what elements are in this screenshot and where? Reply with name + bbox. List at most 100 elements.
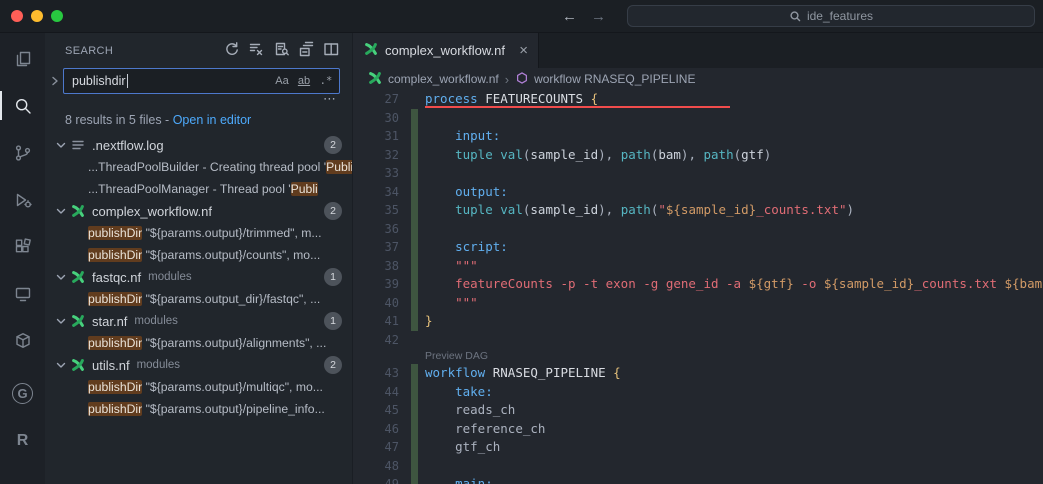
code-line[interactable]: 33: [353, 164, 1043, 183]
search-match-row[interactable]: publishDir "${params.output}/counts", mo…: [45, 244, 352, 266]
gutter-decoration: [399, 164, 425, 183]
search-match-row[interactable]: ...ThreadPoolManager - Thread pool 'Publ…: [45, 178, 352, 200]
open-in-editor-button[interactable]: [320, 40, 342, 62]
search-file-row[interactable]: .nextflow.log2: [45, 134, 352, 156]
activity-item-extensions[interactable]: [0, 223, 45, 270]
search-file-row[interactable]: complex_workflow.nf2: [45, 200, 352, 222]
line-number[interactable]: 47: [353, 438, 399, 457]
line-number[interactable]: 42: [353, 331, 399, 350]
line-number[interactable]: 33: [353, 164, 399, 183]
line-number[interactable]: 49: [353, 475, 399, 484]
line-number[interactable]: 31: [353, 127, 399, 146]
gutter-decoration: [399, 383, 425, 402]
line-number[interactable]: 41: [353, 312, 399, 331]
line-number[interactable]: 32: [353, 146, 399, 165]
toggle-search-details[interactable]: ⋯: [323, 94, 336, 108]
open-in-editor-link[interactable]: Open in editor: [173, 113, 252, 127]
line-number[interactable]: 30: [353, 109, 399, 128]
whole-word-toggle[interactable]: ab: [294, 71, 314, 91]
code-line[interactable]: 44 take:: [353, 383, 1043, 402]
close-icon[interactable]: ×: [519, 42, 528, 59]
activity-item-source-control[interactable]: [0, 129, 45, 176]
close-window-button[interactable]: [11, 10, 23, 22]
line-number[interactable]: 43: [353, 364, 399, 383]
activity-item-remote-explorer[interactable]: [0, 270, 45, 317]
breadcrumb-file[interactable]: complex_workflow.nf: [367, 70, 499, 89]
search-file-row[interactable]: utils.nfmodules2: [45, 354, 352, 376]
code-line[interactable]: 31 input:: [353, 127, 1043, 146]
code-line[interactable]: 27process FEATURECOUNTS {: [353, 90, 1043, 109]
code-area[interactable]: 27process FEATURECOUNTS {3031 input:32 t…: [353, 90, 1043, 484]
added-lines-indicator: [411, 238, 418, 257]
refresh-button[interactable]: [220, 40, 242, 62]
workflow-symbol-icon: [515, 71, 529, 88]
line-number[interactable]: 40: [353, 294, 399, 313]
code-line[interactable]: 34 output:: [353, 183, 1043, 202]
codelens-link[interactable]: Preview DAG: [425, 349, 488, 364]
activity-item-run-debug[interactable]: [0, 176, 45, 223]
line-number[interactable]: 27: [353, 90, 399, 109]
search-match-row[interactable]: publishDir "${params.output_dir}/fastqc"…: [45, 288, 352, 310]
line-number[interactable]: 44: [353, 383, 399, 402]
activity-item-r-lang[interactable]: R: [0, 417, 45, 464]
new-search-editor-button[interactable]: [270, 40, 292, 62]
log-file-icon: [69, 137, 87, 153]
minimize-window-button[interactable]: [31, 10, 43, 22]
activity-item-gitlens[interactable]: G: [0, 370, 45, 417]
code-line[interactable]: 32 tuple val(sample_id), path(bam), path…: [353, 146, 1043, 165]
code-line[interactable]: 38 """: [353, 257, 1043, 276]
line-number[interactable]: 48: [353, 457, 399, 476]
code-line[interactable]: 41}: [353, 312, 1043, 331]
gutter-decoration: [399, 457, 425, 476]
search-file-row[interactable]: fastqc.nfmodules1: [45, 266, 352, 288]
code-line[interactable]: 30: [353, 109, 1043, 128]
code-line[interactable]: 36: [353, 220, 1043, 239]
code-line[interactable]: 48: [353, 457, 1043, 476]
added-lines-indicator: [411, 275, 418, 294]
line-number[interactable]: 35: [353, 201, 399, 220]
line-number[interactable]: [353, 349, 399, 364]
navigate-forward-button[interactable]: →: [584, 8, 613, 25]
search-match-row[interactable]: publishDir "${params.output}/pipeline_in…: [45, 398, 352, 420]
code-line[interactable]: 47 gtf_ch: [353, 438, 1043, 457]
added-lines-indicator: [411, 146, 418, 165]
tab-complex-workflow[interactable]: complex_workflow.nf ×: [353, 33, 539, 68]
match-count-badge: 1: [324, 312, 342, 330]
activity-item-containers[interactable]: [0, 317, 45, 364]
command-center-search[interactable]: ide_features: [627, 5, 1035, 27]
search-file-row[interactable]: star.nfmodules1: [45, 310, 352, 332]
match-case-toggle[interactable]: Aa: [272, 71, 292, 91]
line-number[interactable]: 37: [353, 238, 399, 257]
code-line[interactable]: 39 featureCounts -p -t exon -g gene_id -…: [353, 275, 1043, 294]
breadcrumb-symbol[interactable]: workflow RNASEQ_PIPELINE: [515, 71, 695, 88]
clear-results-button[interactable]: [245, 40, 267, 62]
regex-toggle[interactable]: .*: [316, 71, 336, 91]
search-match-row[interactable]: publishDir "${params.output}/multiqc", m…: [45, 376, 352, 398]
search-match-row[interactable]: ...ThreadPoolBuilder - Creating thread p…: [45, 156, 352, 178]
line-number[interactable]: 36: [353, 220, 399, 239]
code-line[interactable]: 40 """: [353, 294, 1043, 313]
code-line[interactable]: 46 reference_ch: [353, 420, 1043, 439]
activity-item-explorer[interactable]: [0, 35, 45, 82]
code-line[interactable]: 49 main:: [353, 475, 1043, 484]
search-input[interactable]: publishdir Aa ab .*: [63, 68, 340, 94]
search-match-row[interactable]: publishDir "${params.output}/alignments"…: [45, 332, 352, 354]
codelens-row[interactable]: Preview DAG: [353, 349, 1043, 364]
line-number[interactable]: 38: [353, 257, 399, 276]
code-line[interactable]: 35 tuple val(sample_id), path("${sample_…: [353, 201, 1043, 220]
navigate-back-button[interactable]: ←: [555, 8, 584, 25]
search-match-row[interactable]: publishDir "${params.output}/trimmed", m…: [45, 222, 352, 244]
activity-item-search[interactable]: [0, 82, 45, 129]
zoom-window-button[interactable]: [51, 10, 63, 22]
code-line[interactable]: 42: [353, 331, 1043, 350]
code-line[interactable]: 43workflow RNASEQ_PIPELINE {: [353, 364, 1043, 383]
collapse-all-button[interactable]: [295, 40, 317, 62]
match-highlight: publishDir: [88, 248, 142, 262]
toggle-replace-chevron-icon[interactable]: [47, 73, 63, 89]
code-line[interactable]: 45 reads_ch: [353, 401, 1043, 420]
line-number[interactable]: 46: [353, 420, 399, 439]
code-line[interactable]: 37 script:: [353, 238, 1043, 257]
line-number[interactable]: 39: [353, 275, 399, 294]
line-number[interactable]: 45: [353, 401, 399, 420]
line-number[interactable]: 34: [353, 183, 399, 202]
